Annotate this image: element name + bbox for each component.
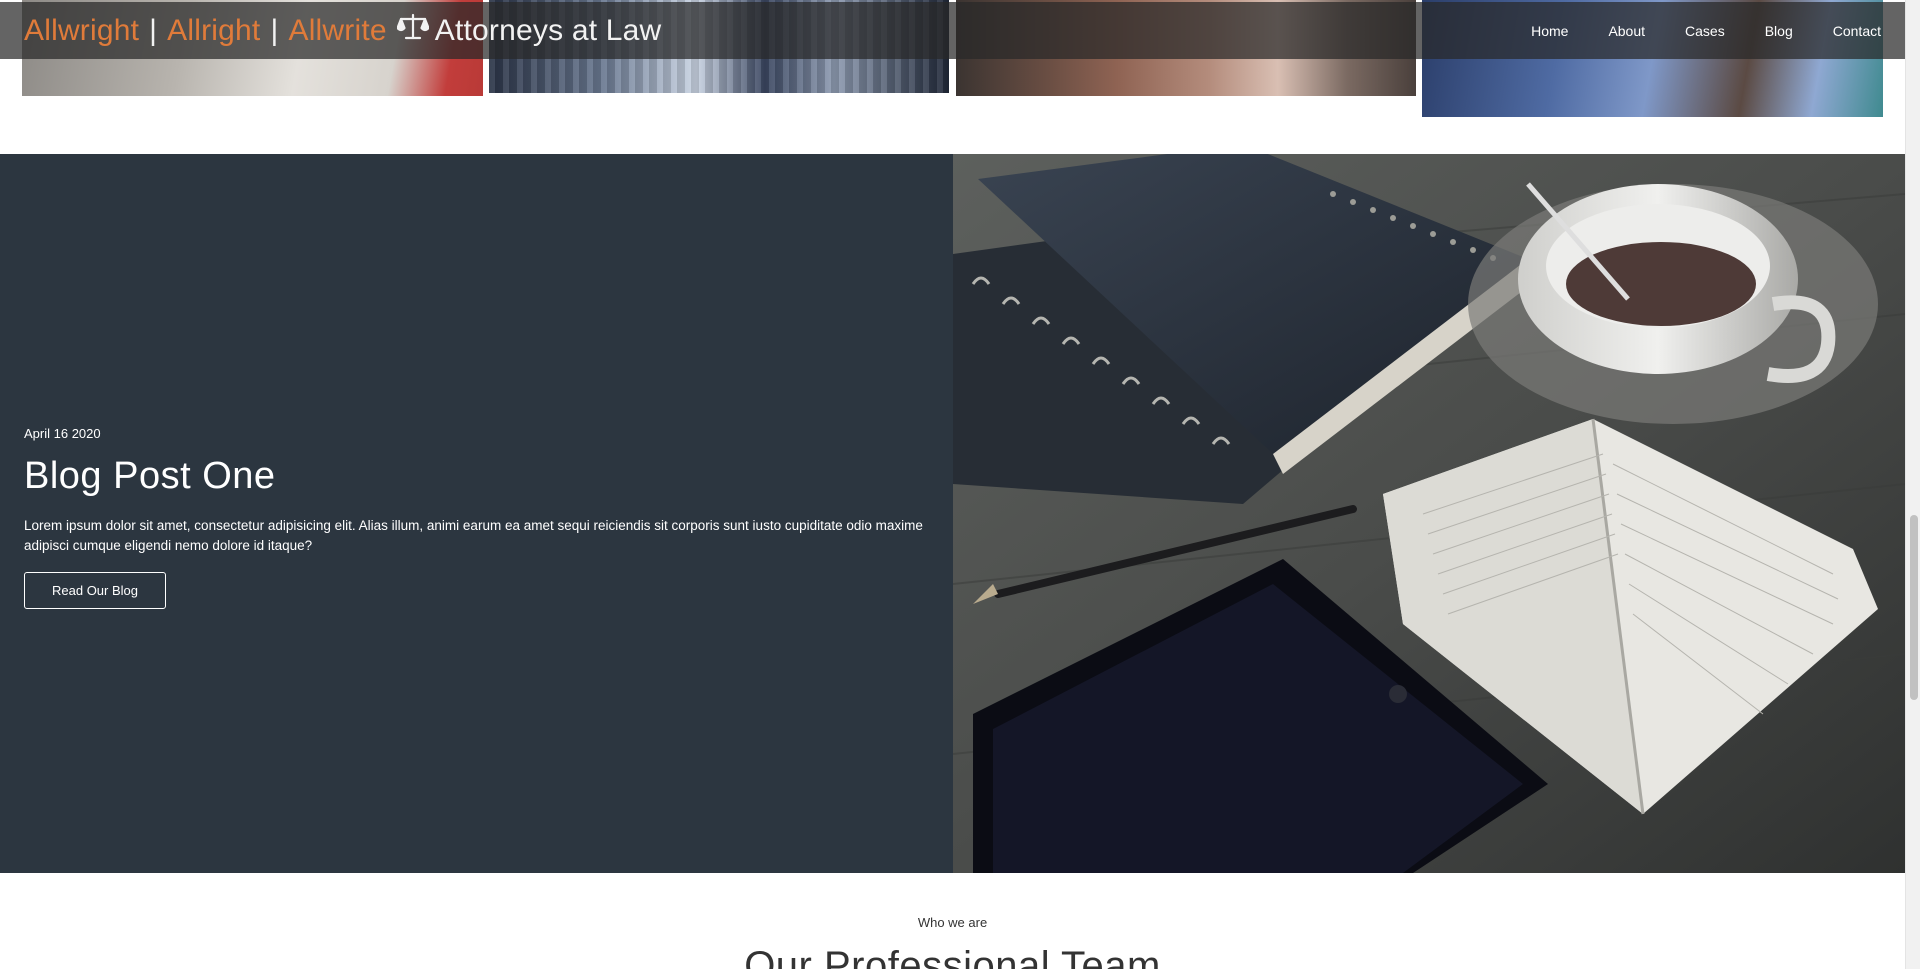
blog-feature-section: April 16 2020 Blog Post One Lorem ipsum … [0, 154, 1905, 873]
read-blog-button[interactable]: Read Our Blog [24, 572, 166, 609]
nav-link-blog[interactable]: Blog [1765, 23, 1793, 39]
site-header: Allwright | Allright | Allwrite Attorney… [0, 2, 1905, 59]
brand-name-allwrite: Allwrite [288, 13, 387, 47]
desk-still-life-image [953, 154, 1905, 873]
blog-feature-text-panel: April 16 2020 Blog Post One Lorem ipsum … [0, 154, 953, 873]
main-nav: Home About Cases Blog Contact [1491, 23, 1881, 39]
brand-name-allwright: Allwright [24, 13, 140, 47]
post-excerpt: Lorem ipsum dolor sit amet, consectetur … [24, 518, 923, 553]
brand-separator: | [149, 13, 158, 47]
post-title: Blog Post One [24, 455, 276, 497]
nav-link-contact[interactable]: Contact [1833, 23, 1881, 39]
team-kicker: Who we are [917, 915, 988, 930]
brand-logo[interactable]: Allwright | Allright | Allwrite Attorney… [24, 13, 661, 49]
team-intro-section: Who we are Our Professional Team [0, 873, 1905, 969]
brand-tagline: Attorneys at Law [434, 13, 662, 47]
nav-link-cases[interactable]: Cases [1685, 23, 1725, 39]
post-date: April 16 2020 [24, 426, 101, 441]
brand-separator: | [270, 13, 279, 47]
scrollbar-thumb[interactable] [1910, 515, 1918, 700]
blog-feature-photo [953, 154, 1905, 873]
scales-icon [396, 13, 430, 49]
page-scrollbar[interactable] [1905, 0, 1920, 969]
nav-link-about[interactable]: About [1608, 23, 1645, 39]
team-heading: Our Professional Team [744, 944, 1161, 969]
brand-name-allright: Allright [167, 13, 261, 47]
nav-link-home[interactable]: Home [1531, 23, 1568, 39]
